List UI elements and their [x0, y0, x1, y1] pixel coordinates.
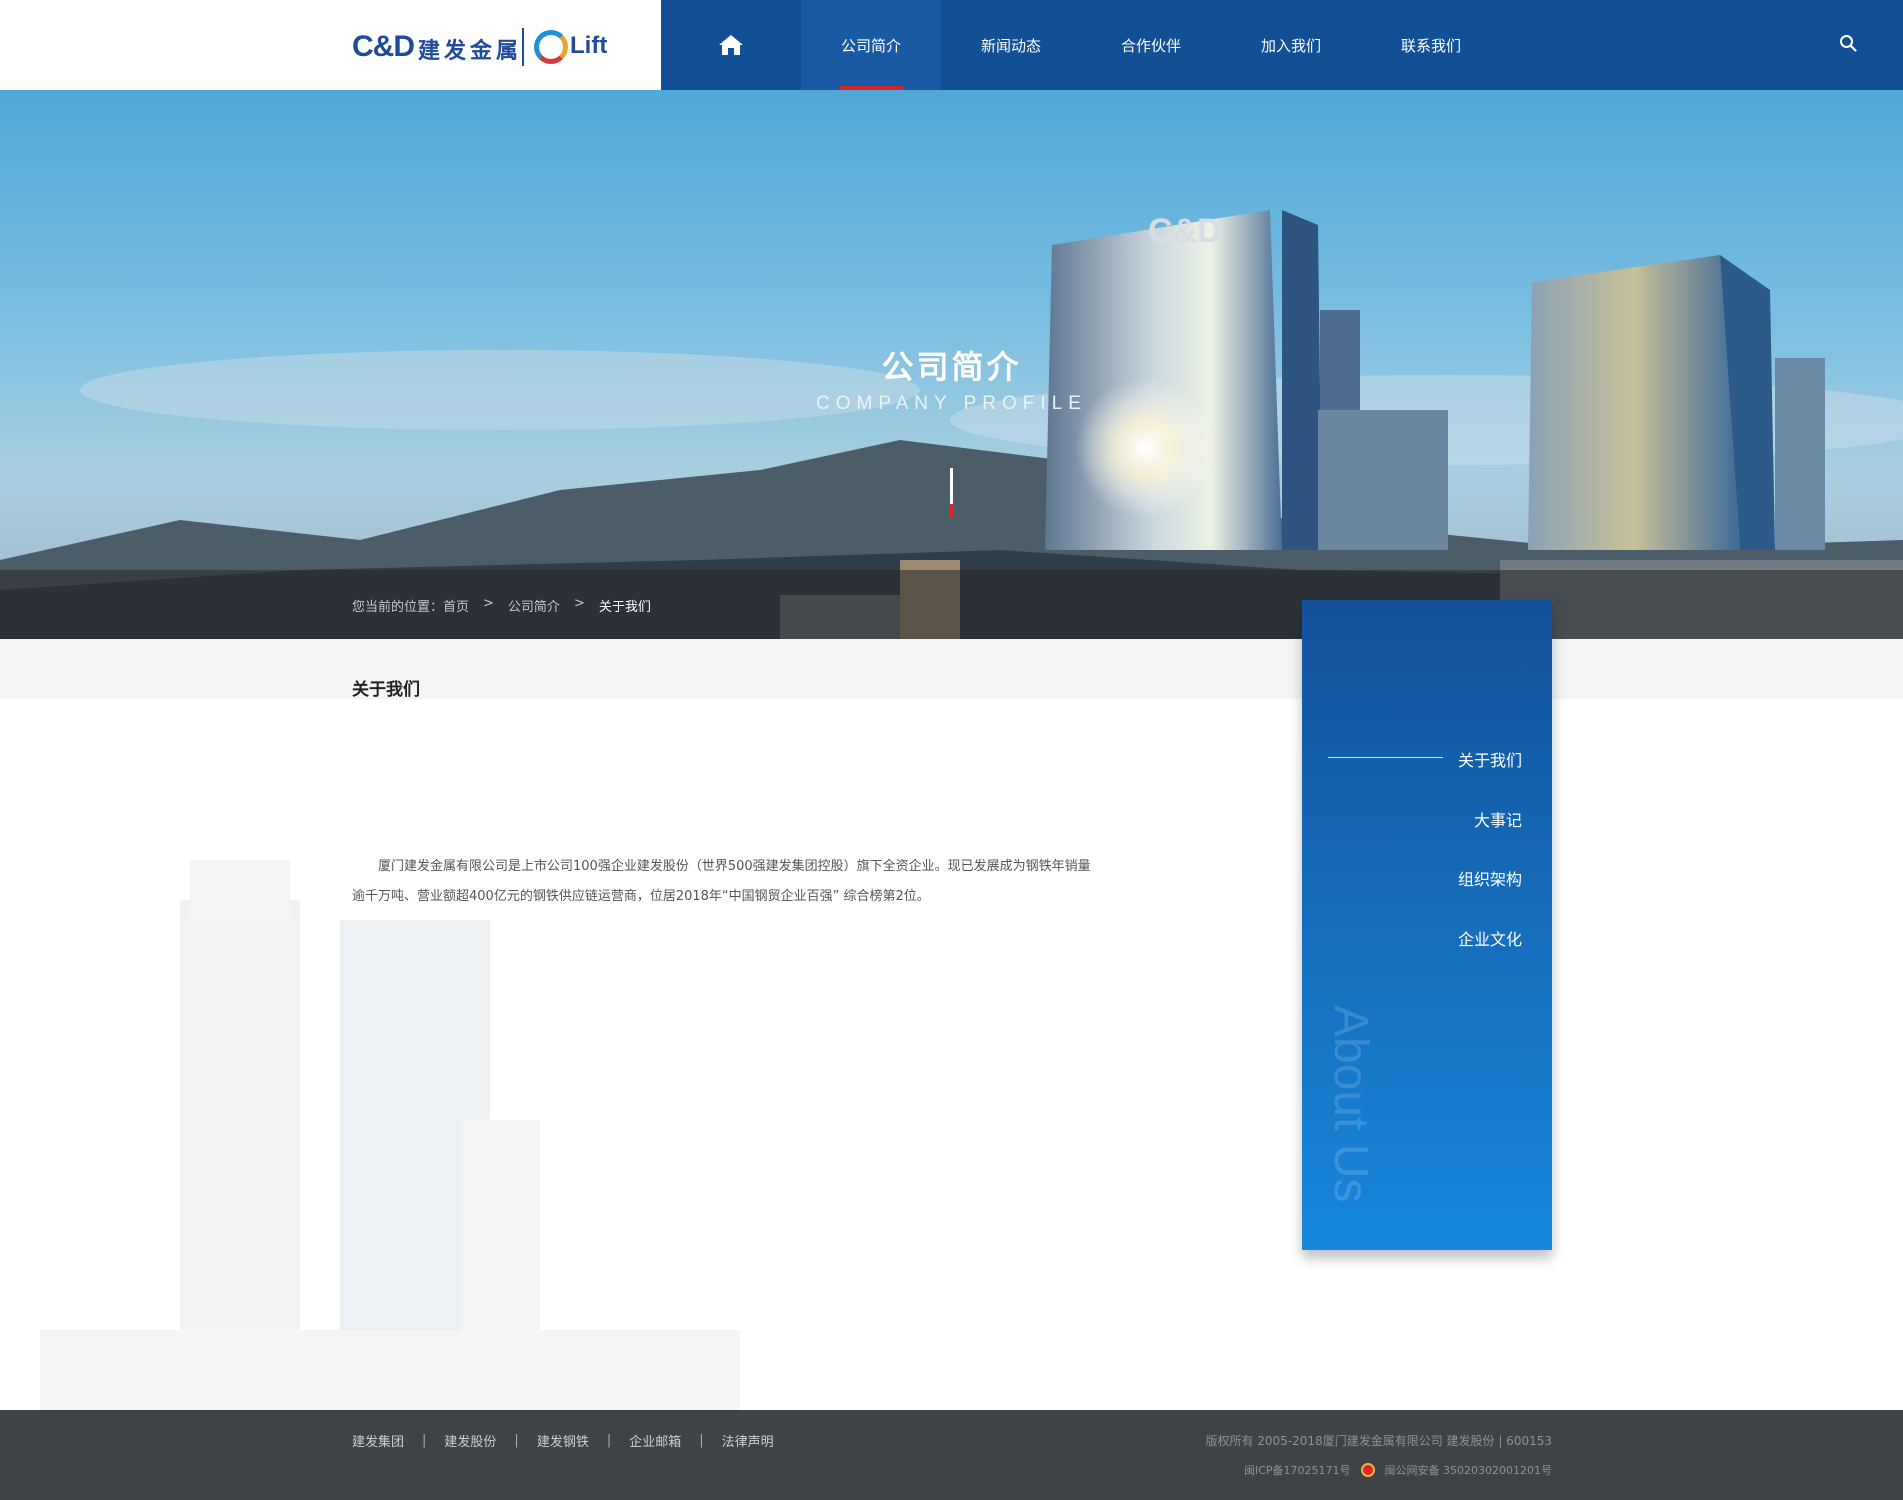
nav-home[interactable] [661, 0, 801, 90]
lift-logo-icon [534, 30, 568, 64]
police-badge-icon [1360, 1463, 1375, 1477]
footer-link-cd-group[interactable]: 建发集团 [352, 1431, 404, 1450]
title-band [0, 639, 1903, 699]
logo-company-name: 建发金属 [418, 39, 523, 64]
breadcrumb-bar [0, 570, 1903, 639]
logo-divider [522, 28, 524, 66]
footer-separator: | [699, 1433, 704, 1448]
lift-logo-text: Lift [570, 32, 608, 59]
icp-line: 闽ICP备17025171号 闽公网安备 35020302001201号 [1244, 1462, 1552, 1478]
footer-separator: | [422, 1433, 427, 1448]
nav-partners[interactable]: 合作伙伴 [1081, 0, 1221, 90]
about-paragraph: 厦门建发金属有限公司是上市公司100强企业建发股份（世界500强建发集团控股）旗… [352, 859, 1091, 904]
footer-link-email[interactable]: 企业邮箱 [629, 1431, 681, 1450]
scroll-indicator [950, 468, 953, 518]
breadcrumb-home[interactable]: 您当前的位置：首页 [352, 596, 469, 615]
police-record[interactable]: 闽公网安备 35020302001201号 [1385, 1462, 1552, 1478]
active-indicator-line [1328, 757, 1443, 758]
nav-company-profile[interactable]: 公司简介 [801, 0, 941, 90]
logo-area[interactable]: C&D 建发金属 Lift [0, 0, 661, 90]
breadcrumb-separator: > [483, 596, 494, 611]
footer-link-cd-shares[interactable]: 建发股份 [444, 1431, 496, 1450]
search-icon[interactable] [1839, 34, 1857, 52]
breadcrumb-company-profile[interactable]: 公司简介 [508, 596, 560, 615]
nav-news[interactable]: 新闻动态 [941, 0, 1081, 90]
breadcrumb-current: 关于我们 [598, 600, 651, 615]
hero-banner: 公司简介 COMPANY PROFILE [0, 90, 1903, 639]
nav-contact[interactable]: 联系我们 [1361, 0, 1501, 90]
side-item-milestones[interactable]: 大事记 [1474, 807, 1522, 831]
footer-links: 建发集团 | 建发股份 | 建发钢铁 | 企业邮箱 | 法律声明 [352, 1431, 774, 1450]
home-icon [719, 35, 743, 55]
breadcrumb-separator: > [573, 596, 585, 611]
page-title: 关于我们 [352, 680, 420, 700]
banner-subtitle: COMPANY PROFILE [816, 393, 1087, 414]
banner-title: 公司简介 [881, 348, 1022, 386]
side-item-organization[interactable]: 组织架构 [1458, 866, 1522, 890]
side-menu-watermark: About Us [1324, 1005, 1377, 1203]
footer-link-cd-steel[interactable]: 建发钢铁 [537, 1431, 589, 1450]
cd-logo: C&D [352, 30, 415, 63]
breadcrumb: 您当前的位置：首页 > 公司简介 > 关于我们 [352, 596, 651, 615]
nav-join-us[interactable]: 加入我们 [1221, 0, 1361, 90]
site-header: C&D 建发金属 Lift 公司简介 新闻动态 合作伙伴 加入我们 联系我们 [0, 0, 1903, 90]
building-cd-sign: C&D [1148, 212, 1222, 250]
footer-separator: | [514, 1433, 519, 1448]
footer-link-legal[interactable]: 法律声明 [722, 1431, 774, 1450]
side-item-about-us[interactable]: 关于我们 [1458, 747, 1522, 771]
icp-number[interactable]: 闽ICP备17025171号 [1244, 1462, 1351, 1478]
site-footer [0, 1410, 1903, 1500]
main-nav: 公司简介 新闻动态 合作伙伴 加入我们 联系我们 [661, 0, 1501, 90]
footer-separator: | [606, 1433, 612, 1448]
background-building-watermark [40, 860, 740, 1410]
copyright-text: 版权所有 2005-2018厦门建发金属有限公司 建发股份 | 600153 [1205, 1434, 1552, 1448]
side-item-culture[interactable]: 企业文化 [1458, 926, 1522, 950]
